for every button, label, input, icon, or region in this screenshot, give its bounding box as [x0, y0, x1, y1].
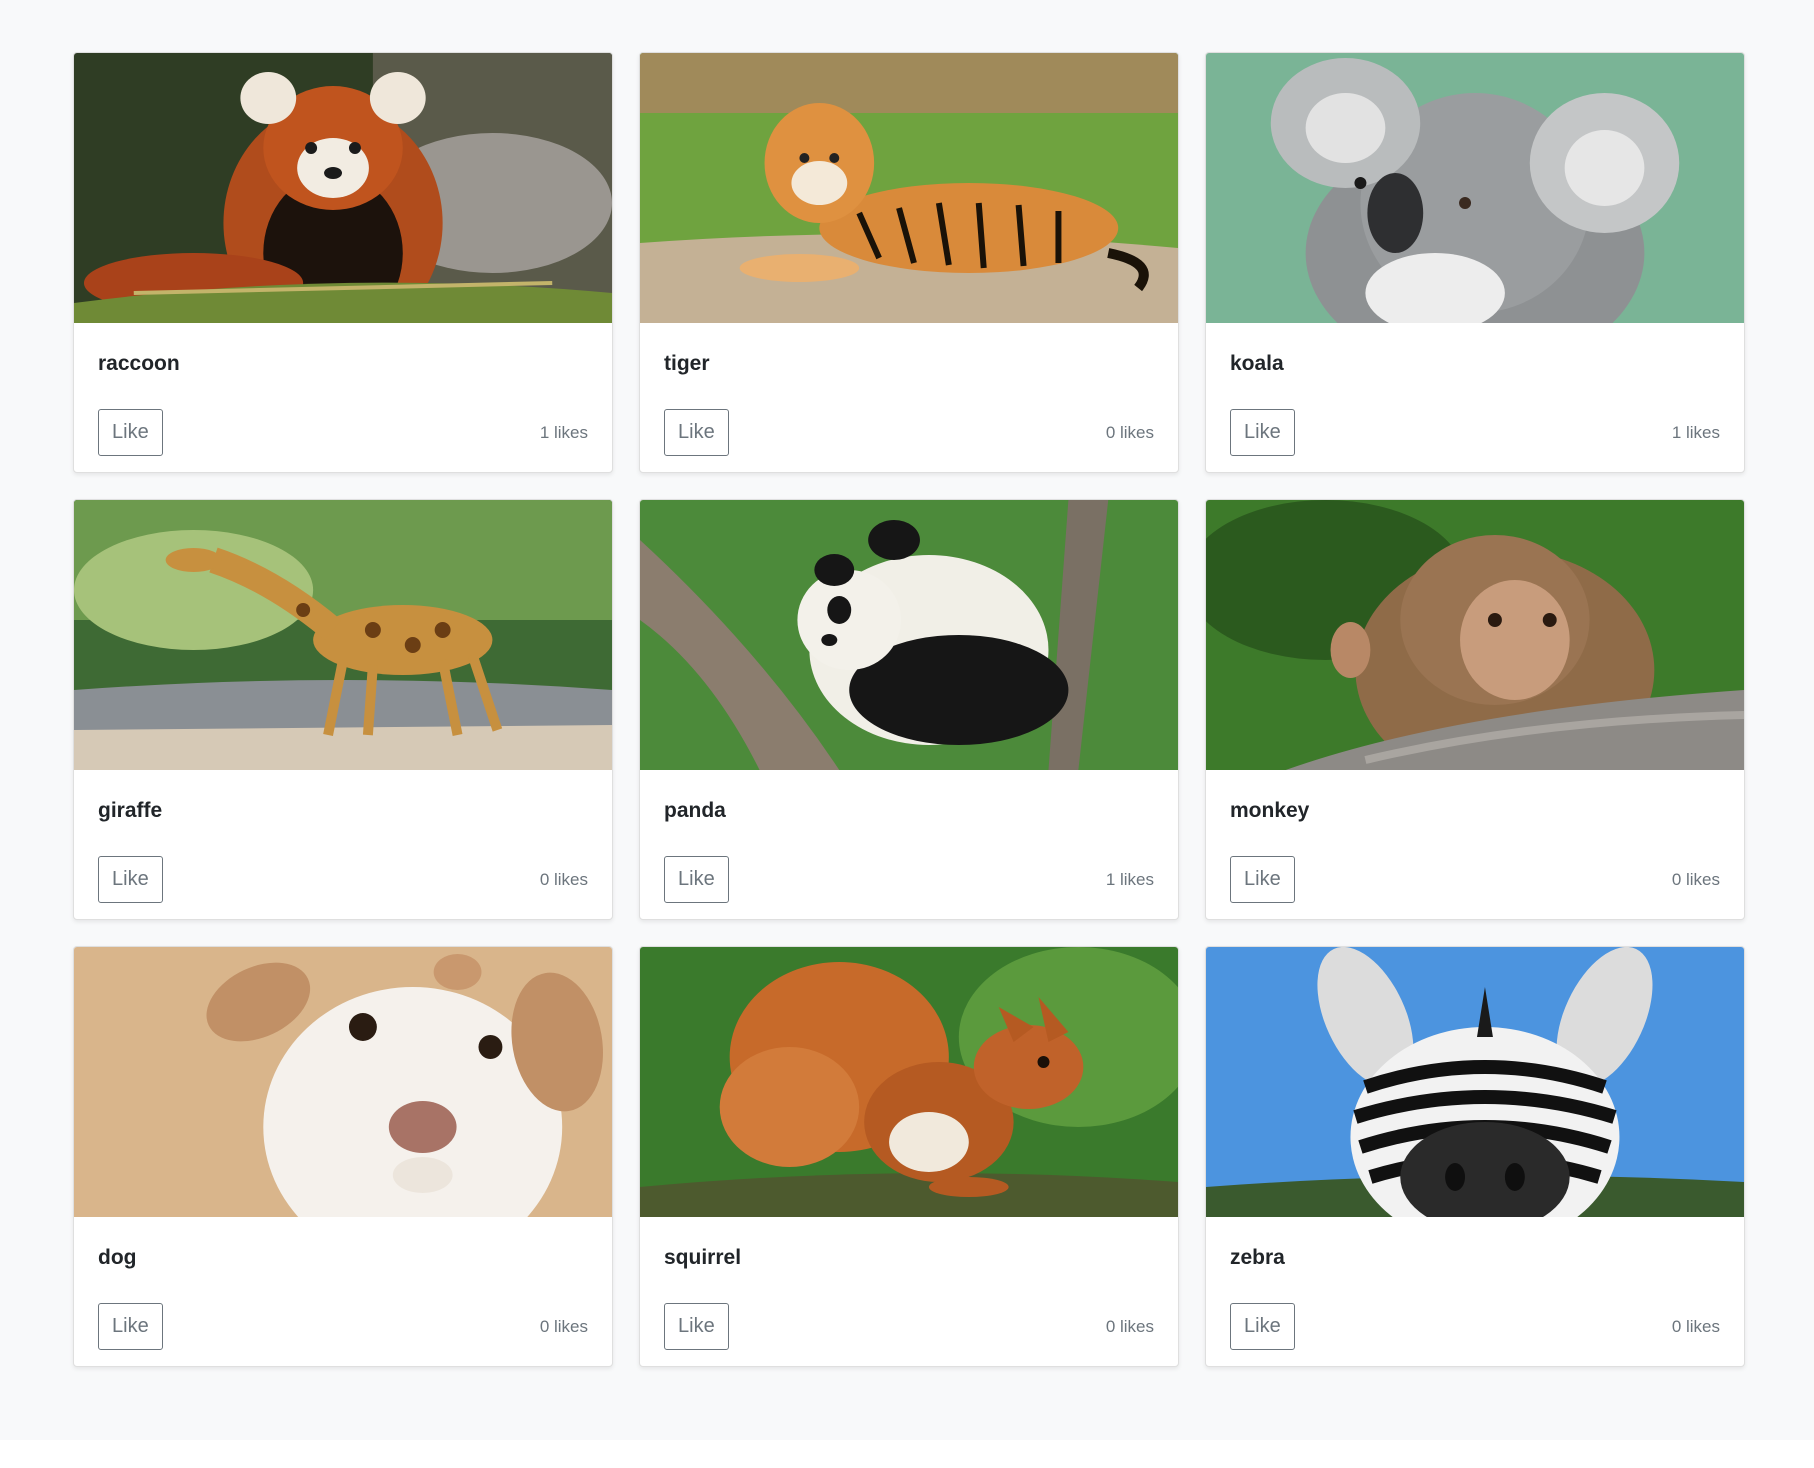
likes-count: 0 likes [1105, 422, 1154, 442]
animal-card: koala Like 1 likes [1205, 52, 1745, 473]
card-title: squirrel [664, 1246, 742, 1269]
tiger-photo [640, 53, 1178, 323]
likes-count: 1 likes [539, 422, 588, 442]
likes-count: 1 likes [1671, 422, 1720, 442]
like-button[interactable]: Like [664, 1303, 729, 1350]
animal-card: squirrel Like 0 likes [639, 946, 1179, 1367]
like-button[interactable]: Like [1230, 409, 1295, 456]
likes-count: 0 likes [539, 869, 588, 889]
zebra-photo [1206, 947, 1744, 1217]
animal-card: tiger Like 0 likes [639, 52, 1179, 473]
red-panda-photo [74, 53, 612, 323]
dog-photo [74, 947, 612, 1217]
like-button[interactable]: Like [1230, 1303, 1295, 1350]
animal-card: dog Like 0 likes [73, 946, 613, 1367]
like-button[interactable]: Like [98, 409, 163, 456]
koala-photo [1206, 53, 1744, 323]
card-title: monkey [1230, 799, 1310, 822]
animal-card: raccoon Like 1 likes [73, 52, 613, 473]
animal-card: monkey Like 0 likes [1205, 499, 1745, 920]
like-button[interactable]: Like [98, 856, 163, 903]
likes-count: 0 likes [539, 1316, 588, 1336]
card-title: koala [1230, 352, 1284, 375]
like-button[interactable]: Like [664, 409, 729, 456]
animal-card: panda Like 1 likes [639, 499, 1179, 920]
likes-count: 1 likes [1105, 869, 1154, 889]
squirrel-photo [640, 947, 1178, 1217]
card-title: giraffe [98, 799, 163, 822]
card-title: dog [98, 1246, 137, 1269]
like-button[interactable]: Like [98, 1303, 163, 1350]
giraffe-photo [74, 500, 612, 770]
card-title: tiger [664, 352, 710, 375]
like-button[interactable]: Like [1230, 856, 1295, 903]
animal-card: zebra Like 0 likes [1205, 946, 1745, 1367]
card-title: raccoon [98, 352, 180, 375]
like-button[interactable]: Like [664, 856, 729, 903]
panda-photo [640, 500, 1178, 770]
likes-count: 0 likes [1105, 1316, 1154, 1336]
card-title: panda [664, 799, 726, 822]
animal-card: giraffe Like 0 likes [73, 499, 613, 920]
monkey-photo [1206, 500, 1744, 770]
card-title: zebra [1230, 1246, 1285, 1269]
likes-count: 0 likes [1671, 1316, 1720, 1336]
animal-card-grid: raccoon Like 1 likes tiger Like 0 likes … [73, 52, 1745, 1367]
likes-count: 0 likes [1671, 869, 1720, 889]
